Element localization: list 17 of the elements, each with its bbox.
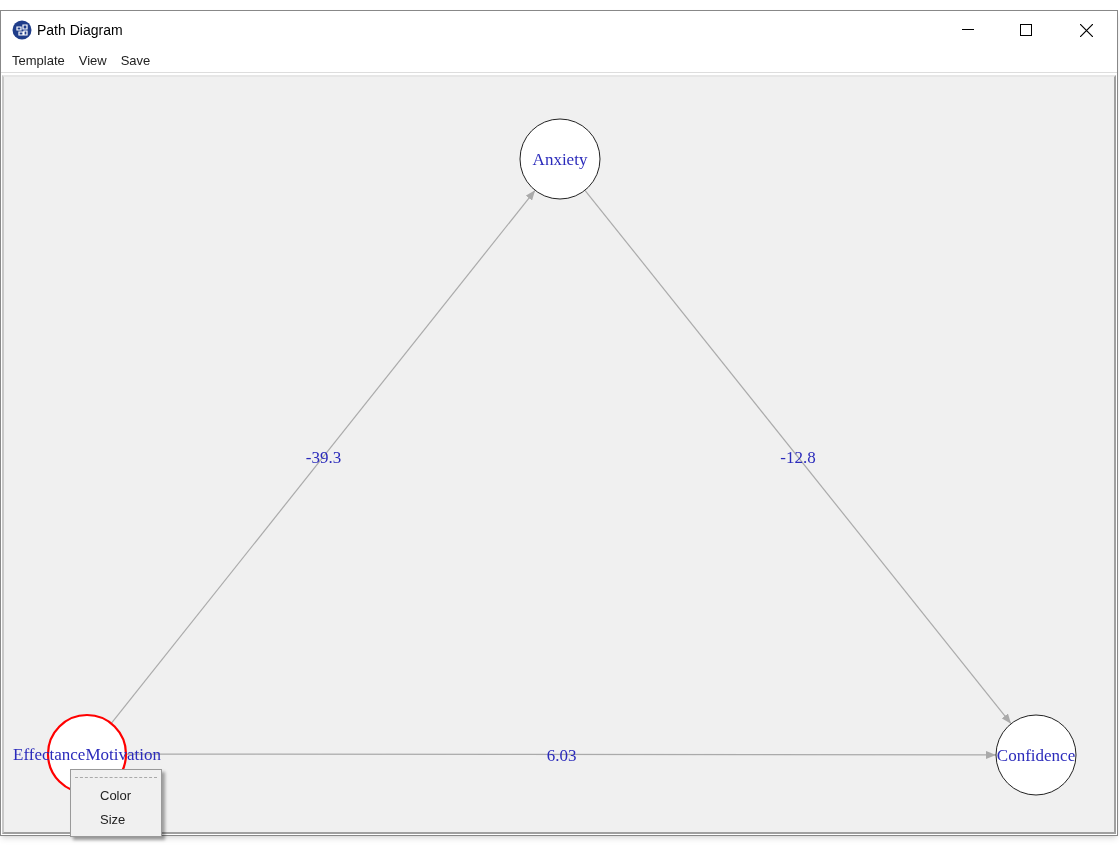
menu-item[interactable]: Save xyxy=(113,50,158,71)
path-coefficient: -12.8 xyxy=(780,448,816,467)
window-title: Path Diagram xyxy=(37,20,123,40)
app-logo-icon xyxy=(12,20,32,40)
path-coefficient: -39.3 xyxy=(305,447,342,467)
node-label: Anxiety xyxy=(532,150,588,169)
menu-item[interactable]: Template xyxy=(5,50,72,71)
context-menu-item[interactable]: Color xyxy=(71,784,161,808)
context-menu-item[interactable]: Size xyxy=(71,808,161,832)
node-circle[interactable] xyxy=(995,714,1077,796)
maximize-icon xyxy=(1020,24,1032,36)
menu-item[interactable]: View xyxy=(71,50,114,71)
path-coefficient: 6.03 xyxy=(546,745,577,765)
close-icon xyxy=(1079,23,1093,37)
node-circle[interactable] xyxy=(519,118,601,200)
node-label: Confidence xyxy=(996,746,1076,765)
minimize-icon xyxy=(962,29,974,31)
